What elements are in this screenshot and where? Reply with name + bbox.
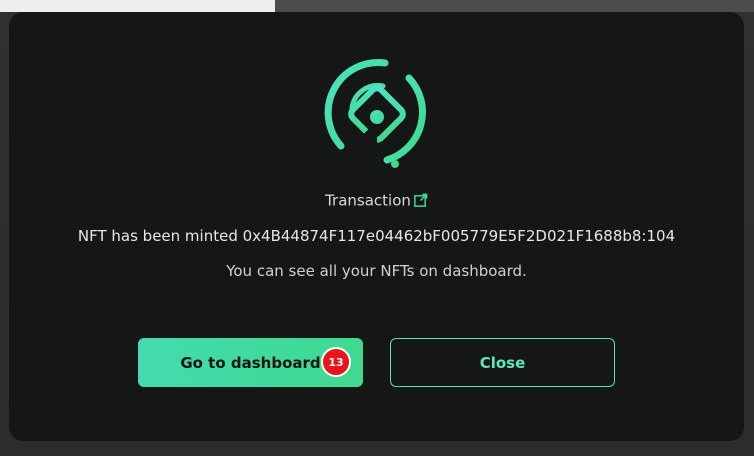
go-to-dashboard-label: Go to dashboard bbox=[180, 353, 321, 372]
close-label: Close bbox=[479, 353, 526, 372]
minted-message: NFT has been minted 0x4B44874F117e04462b… bbox=[77, 227, 676, 245]
external-link-icon[interactable] bbox=[413, 193, 428, 208]
transaction-link[interactable]: Transaction bbox=[325, 192, 411, 210]
dashboard-hint: You can see all your NFTs on dashboard. bbox=[226, 262, 527, 280]
transaction-row: Transaction bbox=[9, 190, 744, 211]
nft-minted-icon bbox=[324, 59, 426, 168]
background-strip-left bbox=[0, 0, 275, 12]
success-modal: Transaction NFT has been minted 0x4B4487… bbox=[9, 12, 744, 441]
background-strip-right bbox=[275, 0, 754, 12]
close-button[interactable]: Close bbox=[390, 338, 615, 387]
notification-badge: 13 bbox=[321, 347, 351, 377]
